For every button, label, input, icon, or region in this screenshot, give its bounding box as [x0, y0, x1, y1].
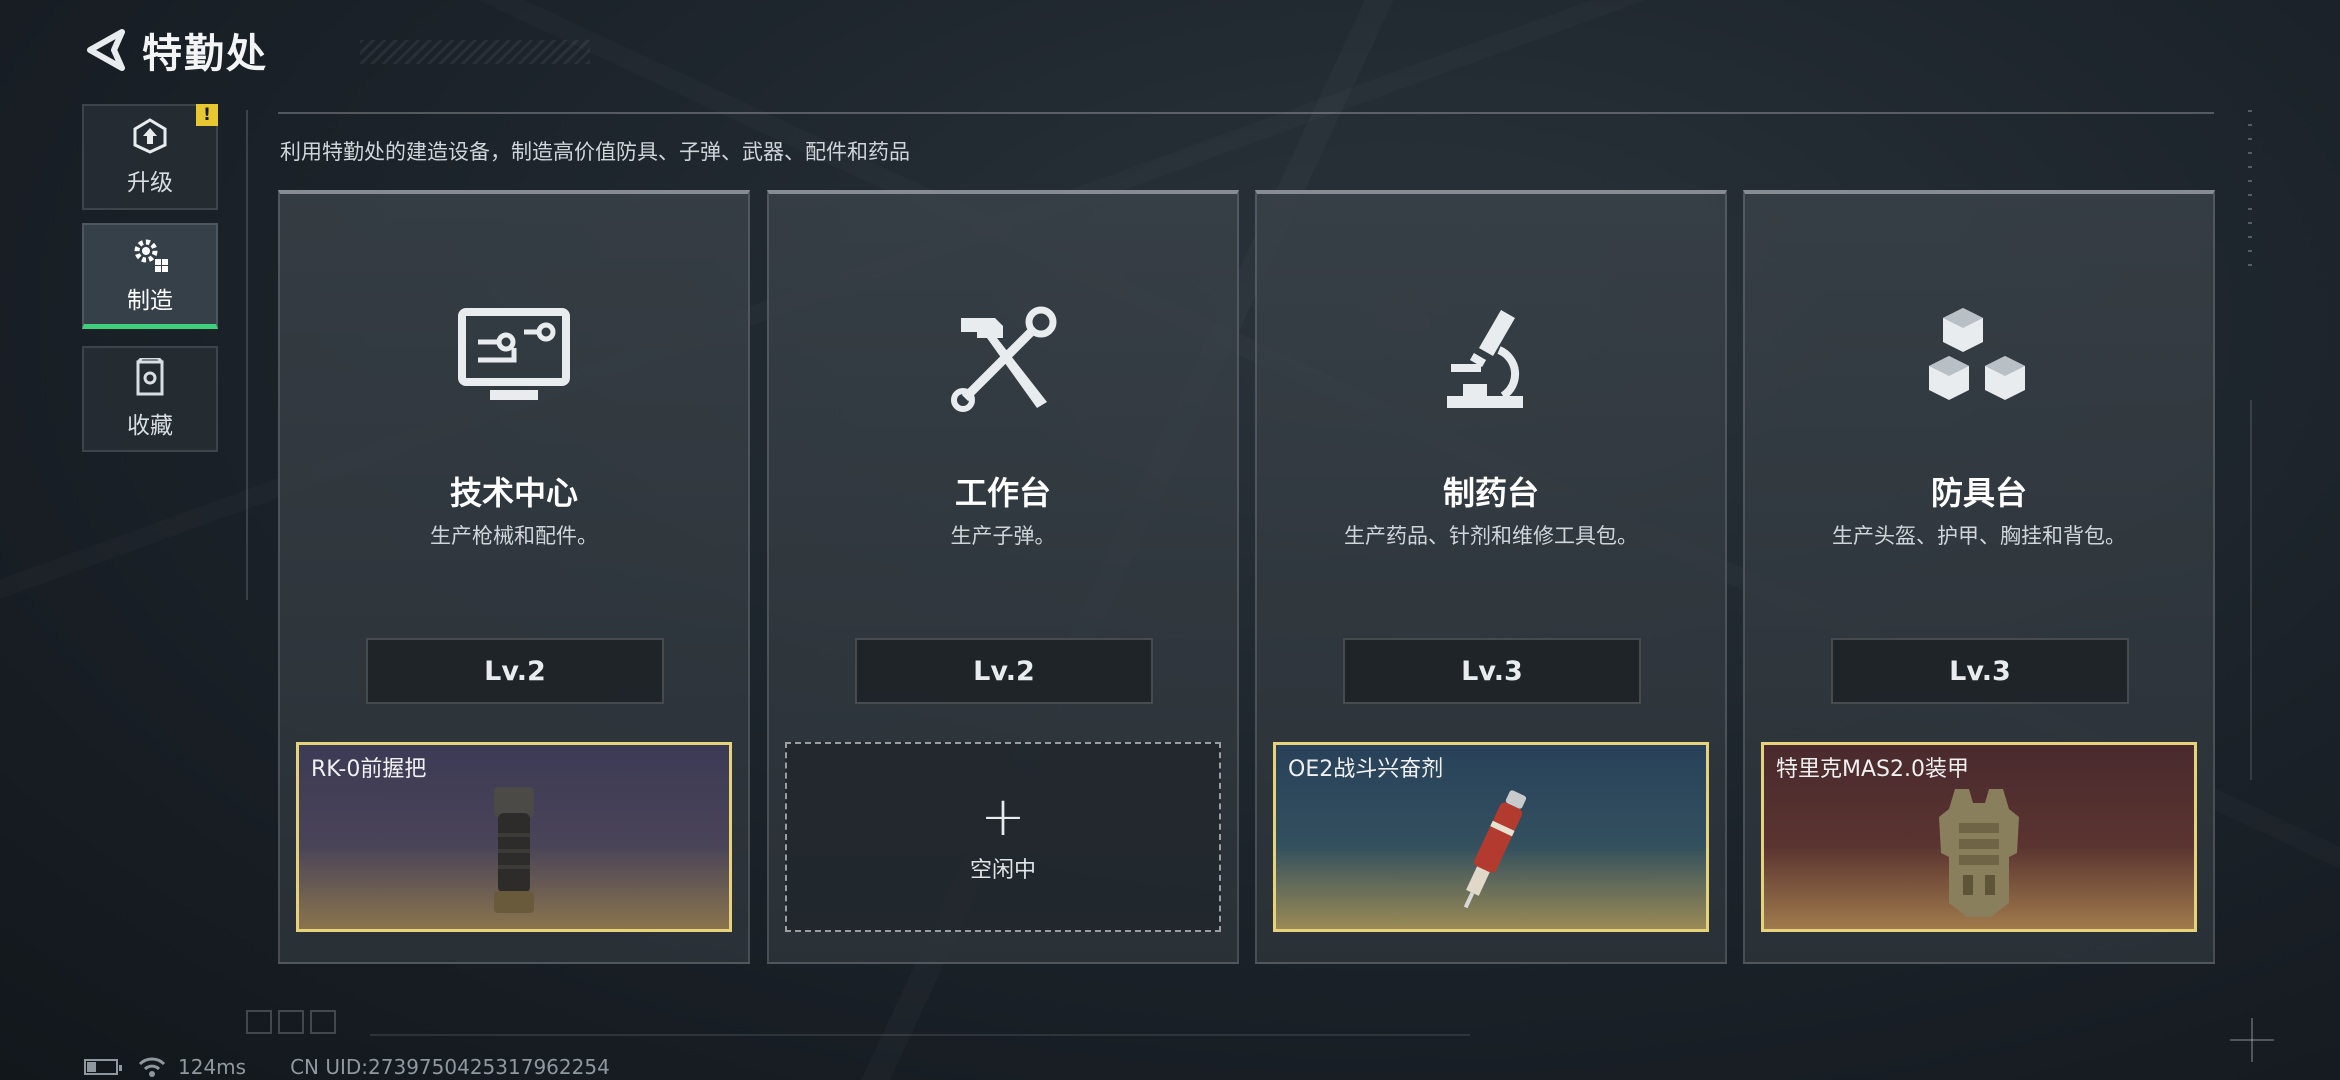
station-card-armor[interactable]: 防具台 生产头盔、护甲、胸挂和背包。 Lv.3 特里克MAS2.0装甲: [1743, 190, 2215, 964]
sidebar-item-label: 升级: [127, 170, 173, 196]
station-description: 生产子弹。: [950, 524, 1056, 548]
station-card-pharmacy[interactable]: 制药台 生产药品、针剂和维修工具包。 Lv.3 OE2战斗兴奋剂: [1255, 190, 1727, 964]
crosshair-decoration: [2230, 1018, 2274, 1062]
monitor-circuit-icon: [458, 308, 570, 400]
collection-icon: [136, 358, 164, 396]
decorative-ticks: [2248, 110, 2252, 270]
back-arrow-icon: [87, 29, 125, 71]
body-armor-icon: [1939, 789, 2019, 917]
production-slot[interactable]: 特里克MAS2.0装甲: [1761, 742, 2197, 932]
sidebar-item-label: 收藏: [127, 413, 173, 439]
item-name: 特里克MAS2.0装甲: [1776, 757, 1969, 782]
decorative-squares: [246, 1010, 336, 1034]
ping-value: 124ms: [178, 1055, 247, 1079]
sidebar-item-label: 制造: [127, 287, 173, 314]
hammer-wrench-icon: [951, 306, 1057, 412]
sidebar-item-craft[interactable]: 制造: [82, 223, 218, 329]
station-level[interactable]: Lv.3: [1343, 638, 1641, 704]
user-uid: CN UID:2739750425317962254: [290, 1055, 610, 1079]
station-name: 技术中心: [449, 474, 578, 512]
upgrade-icon: [133, 118, 167, 154]
cubes-icon: [1929, 308, 2025, 400]
wifi-icon: [138, 1057, 166, 1077]
microscope-icon: [1447, 310, 1523, 408]
divider: [246, 110, 248, 600]
back-button[interactable]: [80, 22, 130, 78]
station-description: 生产枪械和配件。: [430, 524, 598, 548]
station-level[interactable]: Lv.2: [855, 638, 1153, 704]
add-icon: +: [980, 785, 1026, 848]
production-slot[interactable]: OE2战斗兴奋剂: [1273, 742, 1709, 932]
station-name: 工作台: [954, 474, 1051, 512]
item-name: RK-0前握把: [311, 757, 427, 782]
station-level[interactable]: Lv.2: [366, 638, 664, 704]
station-card-workbench[interactable]: 工作台 生产子弹。 Lv.2 + 空闲中: [767, 190, 1239, 964]
page-header: 特勤处: [80, 22, 590, 78]
page-description: 利用特勤处的建造设备，制造高价值防具、子弹、武器、配件和药品: [280, 140, 910, 164]
station-description: 生产药品、针剂和维修工具包。: [1344, 524, 1638, 548]
title-decoration: [360, 40, 590, 64]
station-level[interactable]: Lv.3: [1831, 638, 2129, 704]
sidebar-item-collection[interactable]: 收藏: [82, 346, 218, 452]
gears-icon: [134, 239, 168, 272]
sidebar-item-upgrade[interactable]: ! 升级: [82, 104, 218, 210]
battery-icon: [84, 1059, 122, 1075]
divider: [278, 112, 2214, 114]
foregrip-icon: [494, 787, 534, 913]
idle-label: 空闲中: [969, 858, 1036, 883]
divider: [2250, 400, 2252, 780]
station-name: 制药台: [1442, 474, 1539, 512]
divider: [370, 1034, 1470, 1036]
alert-badge: !: [196, 104, 218, 126]
station-description: 生产头盔、护甲、胸挂和背包。: [1832, 524, 2126, 548]
production-slot-empty[interactable]: + 空闲中: [785, 742, 1221, 932]
production-slot[interactable]: RK-0前握把: [296, 742, 732, 932]
injector-icon: [1463, 790, 1527, 909]
page-title: 特勤处: [142, 31, 268, 77]
status-bar: 124ms CN UID:2739750425317962254: [84, 1054, 610, 1080]
station-card-tech-center[interactable]: 技术中心 生产枪械和配件。 Lv.2 RK-0前握把: [278, 190, 750, 964]
station-name: 防具台: [1930, 474, 2027, 512]
item-name: OE2战斗兴奋剂: [1288, 757, 1444, 782]
